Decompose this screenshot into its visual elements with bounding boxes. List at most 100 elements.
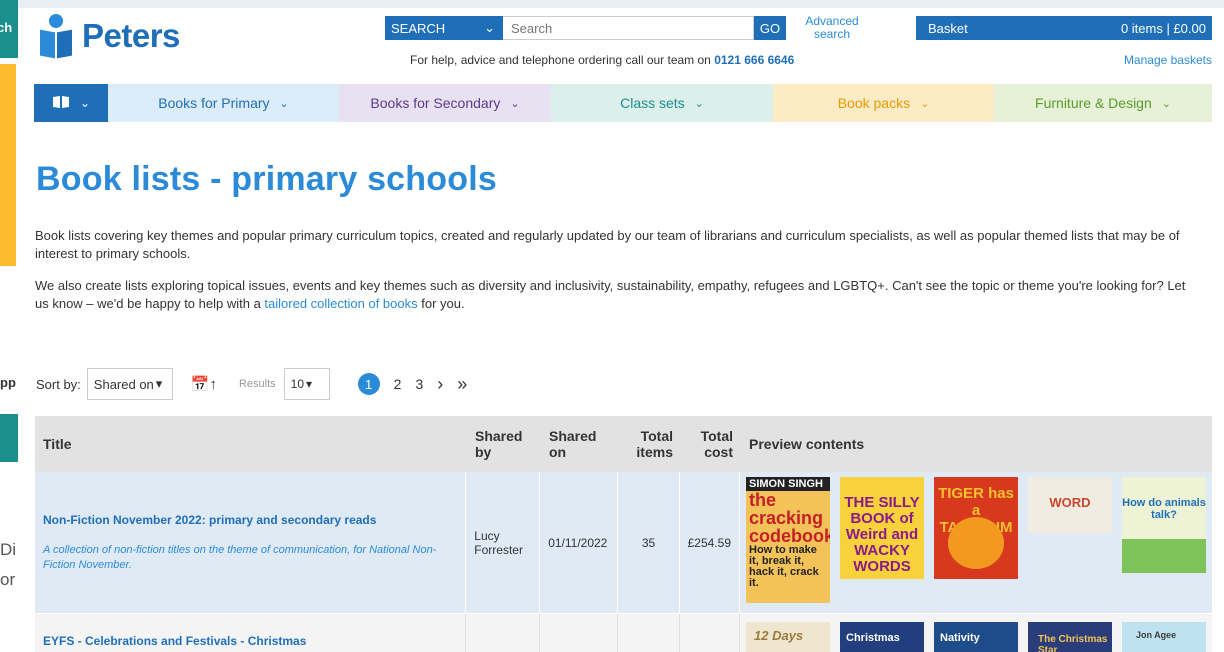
row-shared-by: Lucy Forrester [466,472,541,613]
peters-logo[interactable]: Peters [38,14,180,59]
intro-text-post: for you. [421,296,465,311]
nav-label: Books for Secondary [370,95,501,111]
nav-books-for-primary[interactable]: Books for Primary ⌄ [108,84,339,122]
search-go-button[interactable]: GO [754,16,786,40]
cover-title: How do animals talk? [1122,497,1206,521]
table-row[interactable]: Non-Fiction November 2022: primary and s… [35,472,1212,614]
row-total-items: 35 [618,472,680,613]
background-text-line-1: Di [0,540,17,559]
chevron-down-icon: ⌄ [1161,97,1171,110]
header-title[interactable]: Title [35,416,467,472]
cover-title: WORD [1049,495,1091,510]
sort-selected-value: Shared on [93,376,154,392]
background-search-text: rch [0,20,13,35]
row-shared-by [466,614,541,652]
intro-text: Book lists covering key themes and popul… [35,227,1195,327]
book-cover[interactable]: THE SILLY BOOK of Weird and WACKY WORDS [840,477,924,579]
cover-title: Christmas [846,632,900,644]
tailored-collection-link[interactable]: tailored collection of books [264,296,417,311]
table-row[interactable]: EYFS - Celebrations and Festivals - Chri… [35,614,1212,652]
chevron-down-icon: ⌄ [79,96,91,110]
book-cover[interactable]: How do animals talk? [1122,477,1206,573]
search-bar: SEARCH ⌄ GO [385,16,786,40]
help-text: For help, advice and telephone ordering … [410,53,794,67]
grass-illustration [1122,539,1206,573]
pagination: 1 2 3 › » [357,373,467,395]
cover-title: THE SILLY BOOK of Weird and WACKY WORDS [844,494,920,575]
background-yellow-panel [0,64,16,266]
background-text-line-2: or [0,570,16,589]
nav-furniture-design[interactable]: Furniture & Design ⌄ [994,84,1212,122]
reader-logo-icon [38,14,74,59]
search-input[interactable] [503,16,754,40]
row-total-cost [680,614,740,652]
row-total-items [618,614,681,652]
intro-paragraph-2: We also create lists exploring topical i… [35,277,1195,313]
search-scope-select[interactable]: SEARCH ⌄ [385,16,503,40]
advanced-search-link[interactable]: Advanced search [798,15,866,41]
row-title-link[interactable]: EYFS - Celebrations and Festivals - Chri… [43,634,306,648]
header-shared-on[interactable]: Shared on [541,416,619,472]
book-cover[interactable]: Jon Agee [1122,622,1206,652]
cover-author: SIMON SINGH [746,477,830,491]
book-cover[interactable]: WORD [1028,477,1112,533]
cover-tagline: How to make it, break it, hack it, crack… [749,544,819,589]
sort-bar: Sort by: Shared on ▾ 📅↑ Results 10 ▾ 1 2… [36,368,467,400]
basket-button[interactable]: Basket 0 items | £0.00 [916,16,1212,40]
row-shared-on [540,614,619,652]
main-nav: ⌄ Books for Primary ⌄ Books for Secondary… [34,84,1212,122]
nav-label: Furniture & Design [1035,95,1152,111]
lion-illustration [948,517,1004,569]
row-shared-on: 01/11/2022 [540,472,619,613]
book-cover[interactable]: Nativity [934,622,1018,652]
header-total-cost[interactable]: Total cost [681,416,741,472]
browser-top-strip [0,0,1224,8]
nav-label: Book packs [837,95,911,111]
nav-books-for-secondary[interactable]: Books for Secondary ⌄ [339,84,551,122]
page-2-button[interactable]: 2 [394,376,402,392]
background-teal-block [0,414,18,462]
book-cover[interactable]: TIGER has a TANTRUM [934,477,1018,579]
nav-label: Books for Primary [158,95,270,111]
last-page-icon[interactable]: » [457,374,467,395]
open-book-icon [52,95,70,112]
chevron-down-icon: ⌄ [920,97,930,110]
intro-text-pre: We also create lists exploring topical i… [35,278,1186,311]
row-preview-covers: 12 Days Christmas Nativity The Christmas… [740,614,1212,652]
basket-label: Basket [928,20,968,36]
page-3-button[interactable]: 3 [415,376,423,392]
book-cover[interactable]: Christmas [840,622,924,652]
row-title-cell: Non-Fiction November 2022: primary and s… [35,472,467,613]
nav-menu-button[interactable]: ⌄ [34,84,108,122]
nav-class-sets[interactable]: Class sets ⌄ [551,84,773,122]
search-scope-label: SEARCH [391,20,446,36]
help-phone[interactable]: 0121 666 6646 [714,53,794,67]
results-per-page-select[interactable]: 10 ▾ [283,368,330,400]
book-cover[interactable]: SIMON SINGH the cracking codebook How to… [746,477,830,603]
cover-title: The Christmas Star [1038,634,1108,652]
header-total-items[interactable]: Total items [619,416,681,472]
nav-book-packs[interactable]: Book packs ⌄ [773,84,994,122]
manage-baskets-link[interactable]: Manage baskets [1124,53,1212,67]
header-shared-by[interactable]: Shared by [467,416,541,472]
book-lists-table: Title Shared by Shared on Total items To… [35,416,1212,652]
background-text-fragment: pp [0,375,16,390]
next-page-icon[interactable]: › [437,374,443,395]
caret-down-icon: ▾ [306,377,313,391]
book-cover[interactable]: The Christmas Star [1028,622,1112,652]
book-cover[interactable]: 12 Days [746,622,830,652]
intro-paragraph-1: Book lists covering key themes and popul… [35,228,1180,261]
page-title: Book lists - primary schools [36,160,497,198]
row-total-cost: £254.59 [680,472,740,613]
caret-down-icon: ▾ [155,376,163,391]
sort-select[interactable]: Shared on ▾ [86,368,173,400]
row-title-link[interactable]: Non-Fiction November 2022: primary and s… [43,513,376,527]
row-title-cell: EYFS - Celebrations and Festivals - Chri… [35,614,467,652]
cover-title: the cracking codebook [749,490,830,546]
nav-label: Class sets [620,95,685,111]
page-1-button[interactable]: 1 [357,373,380,395]
calendar-sort-direction-icon[interactable]: 📅↑ [191,375,217,393]
help-text-label: For help, advice and telephone ordering … [410,53,711,67]
row-preview-covers: SIMON SINGH the cracking codebook How to… [740,472,1212,613]
chevron-down-icon: ⌄ [484,20,495,35]
